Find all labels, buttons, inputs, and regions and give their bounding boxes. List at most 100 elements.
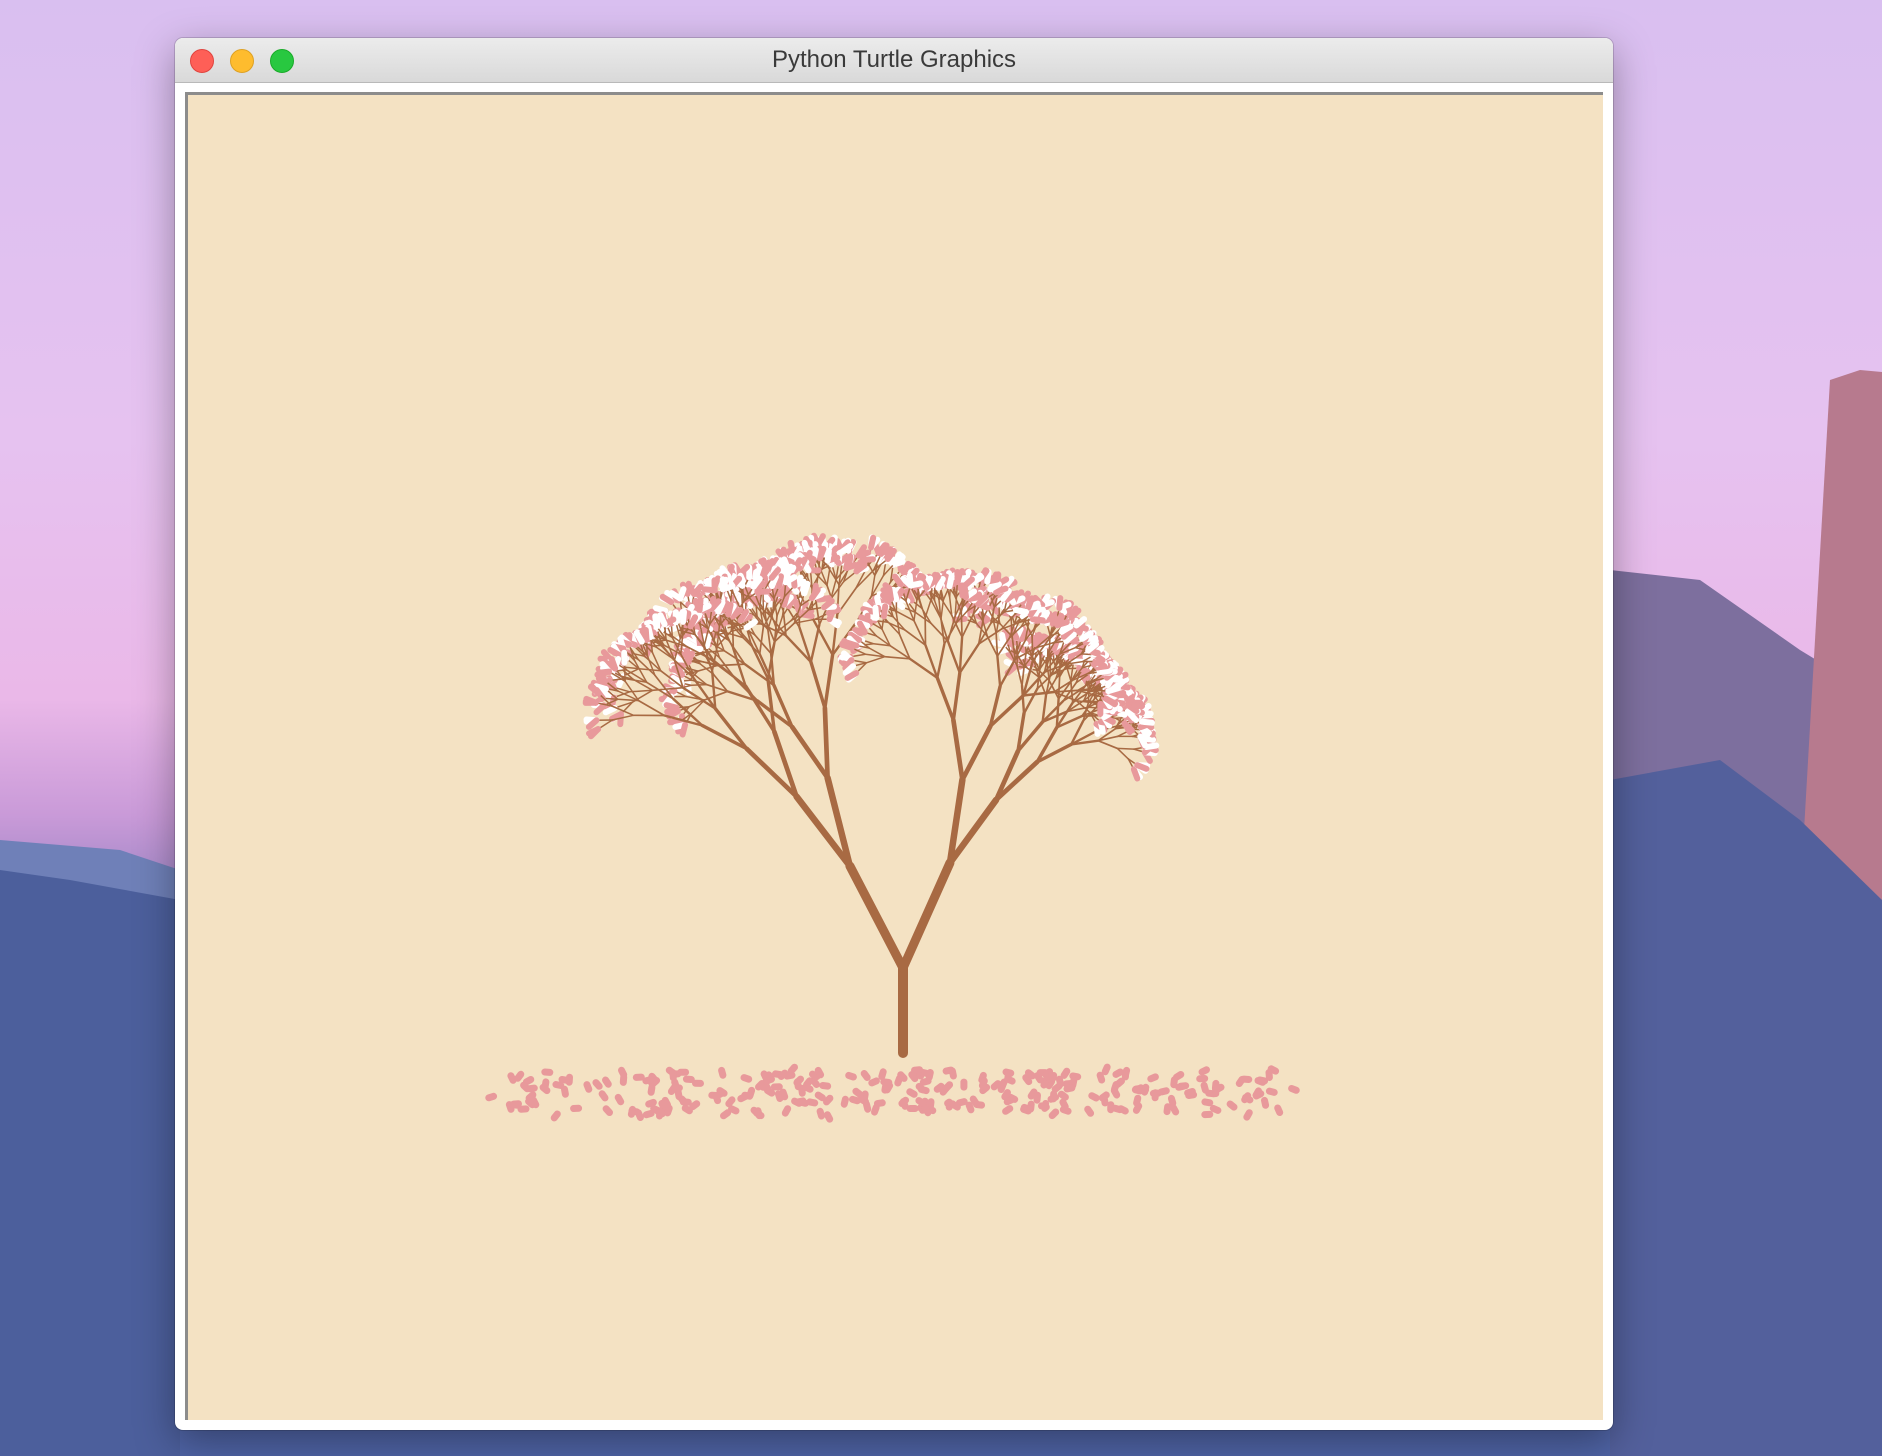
fallen-petal	[868, 1077, 880, 1087]
fallen-petal	[1048, 1108, 1060, 1120]
fallen-petal	[539, 1083, 551, 1095]
fallen-petal	[860, 1070, 871, 1081]
fallen-petal	[1274, 1104, 1284, 1116]
blossom	[683, 649, 691, 666]
blossom	[993, 585, 1009, 596]
fallen-petal	[1069, 1072, 1082, 1081]
fallen-petal	[1131, 1086, 1144, 1095]
fallen-petal	[1027, 1088, 1038, 1100]
fallen-petal	[814, 1066, 825, 1079]
blossom	[991, 639, 1007, 648]
fallen-petal	[1003, 1096, 1016, 1106]
blossom	[680, 608, 687, 625]
blossom	[1029, 616, 1046, 624]
fallen-petal	[1002, 1068, 1015, 1077]
fallen-petal	[728, 1105, 740, 1115]
fallen-petal	[809, 1077, 820, 1088]
fallen-petal	[725, 1096, 736, 1108]
blossom	[880, 603, 889, 620]
fallen-petal	[873, 1099, 886, 1108]
fallen-petal	[1057, 1090, 1069, 1101]
blossom	[1103, 695, 1119, 707]
fallen-petal	[781, 1105, 792, 1117]
fallen-petal	[793, 1075, 804, 1087]
blossom	[1139, 718, 1155, 726]
fallen-petal	[635, 1109, 644, 1121]
blossom	[1134, 762, 1150, 772]
tree-branch	[958, 636, 964, 675]
fallen-petal	[779, 1088, 789, 1101]
fallen-petal	[740, 1074, 753, 1083]
fallen-petal	[720, 1109, 732, 1120]
fallen-petal	[1209, 1104, 1222, 1114]
fallen-petal	[1101, 1063, 1111, 1076]
fallen-petal	[689, 1100, 701, 1111]
fallen-petal	[552, 1081, 565, 1089]
fallen-petal	[550, 1110, 561, 1122]
tree-branch	[690, 699, 706, 715]
tree-branch	[951, 717, 965, 783]
tree-branch	[898, 858, 955, 973]
fallen-petal	[602, 1105, 613, 1116]
fallen-petal	[642, 1076, 655, 1085]
tree-branch	[773, 615, 778, 643]
fallen-petal	[1038, 1102, 1050, 1111]
fallen-petal	[485, 1092, 498, 1102]
fallen-petal	[997, 1081, 1007, 1093]
fallen-petal	[973, 1101, 986, 1109]
blossom	[703, 633, 713, 649]
fallen-petal	[645, 1098, 657, 1108]
tree-branch	[762, 591, 765, 616]
fallen-petal	[647, 1083, 656, 1096]
fallen-petal	[642, 1109, 655, 1119]
fallen-petal	[764, 1087, 776, 1097]
fallen-petal	[1254, 1077, 1267, 1086]
blossom	[617, 711, 624, 728]
fallen-petal	[852, 1087, 864, 1098]
fallen-petal	[942, 1081, 954, 1092]
tree-branch	[809, 623, 821, 664]
fallen-petal	[777, 1069, 789, 1080]
tree-branch	[960, 723, 993, 783]
fallen-petal	[1133, 1094, 1142, 1107]
fallen-petal	[520, 1081, 531, 1093]
fallen-petal	[753, 1109, 765, 1120]
fallen-petal	[1185, 1091, 1198, 1099]
blossom	[958, 582, 966, 599]
fallen-petal	[1111, 1081, 1120, 1093]
fallen-petal	[857, 1095, 869, 1106]
fallen-petal	[1059, 1106, 1072, 1115]
turtle-canvas[interactable]	[185, 92, 1603, 1420]
fallen-petal	[948, 1067, 957, 1080]
fallen-petal	[741, 1091, 754, 1100]
fallen-petal	[783, 1071, 796, 1080]
fallen-petal	[1098, 1091, 1110, 1102]
tree-branch	[823, 653, 835, 710]
blossom	[1051, 612, 1061, 629]
blossom	[652, 605, 669, 614]
tree-branch	[1116, 747, 1135, 750]
tree-branch	[865, 655, 886, 664]
blossom	[759, 563, 769, 580]
fallen-petal	[1060, 1067, 1071, 1079]
fallen-petal	[1147, 1073, 1159, 1083]
fallen-petal	[1163, 1103, 1172, 1116]
blossom	[890, 586, 900, 603]
tree-branch	[789, 724, 830, 781]
fallen-petal	[1059, 1098, 1069, 1111]
blossom	[1056, 595, 1064, 612]
blossom	[708, 595, 717, 612]
tree-branch	[845, 861, 908, 973]
fallen-petal	[1063, 1084, 1076, 1093]
fallen-petal	[1265, 1087, 1278, 1096]
fallen-petal	[840, 1095, 849, 1108]
fallen-petal	[1261, 1096, 1270, 1109]
title-bar[interactable]: Python Turtle Graphics	[175, 38, 1613, 83]
fallen-petal	[664, 1104, 673, 1117]
fallen-petal	[674, 1088, 683, 1101]
fallen-petal	[978, 1077, 988, 1090]
fallen-petal	[1001, 1089, 1011, 1101]
fallen-petal	[990, 1080, 1002, 1091]
blossom	[602, 705, 618, 716]
fallen-petal	[1022, 1074, 1033, 1086]
